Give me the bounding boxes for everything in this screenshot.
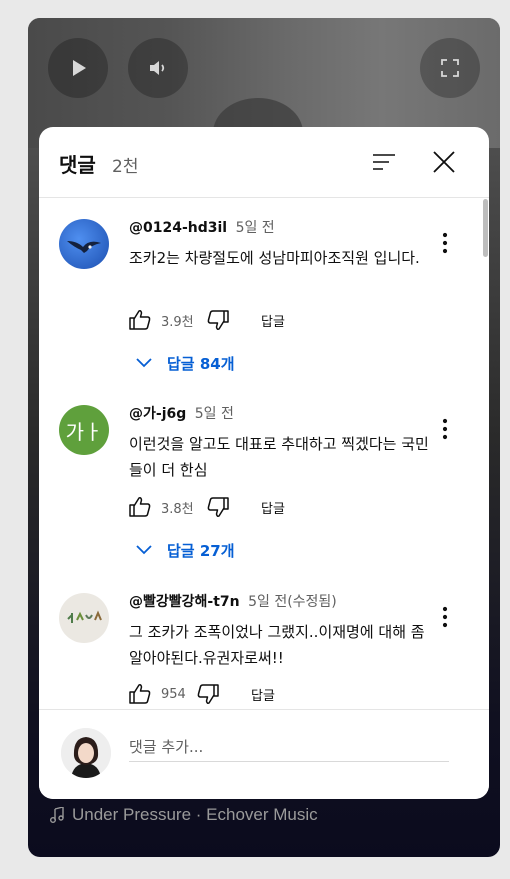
avatar[interactable]	[59, 593, 109, 643]
comment-author-line: @0124-hd3il 5일 전	[129, 217, 275, 237]
view-replies-label: 답글 27개	[167, 541, 235, 560]
like-count: 954	[161, 686, 186, 702]
thumbs-up-icon	[129, 310, 151, 330]
dislike-button[interactable]	[205, 494, 231, 520]
like-button[interactable]	[127, 681, 153, 707]
comment-time[interactable]: 5일 전	[195, 406, 234, 422]
fullscreen-icon	[441, 59, 459, 77]
comment-author[interactable]: @0124-hd3il	[129, 220, 227, 236]
music-attribution[interactable]: Under Pressure · Echover Music	[50, 803, 318, 827]
comment-time[interactable]: 5일 전	[236, 220, 275, 236]
comment-text: 그 조카가 조폭이었나 그랬지..이재명에 대해 좀 알아야된다.유권자로써!!	[129, 623, 425, 667]
more-options-button[interactable]	[435, 417, 455, 441]
user-avatar[interactable]	[61, 728, 111, 778]
music-text: Under Pressure · Echover Music	[72, 805, 318, 824]
reply-button[interactable]: 답글	[261, 311, 285, 330]
comment-time[interactable]: 5일 전(수정됨)	[248, 594, 337, 610]
thumbs-down-icon	[207, 497, 229, 517]
chevron-down-icon	[136, 545, 152, 555]
eagle-avatar	[67, 241, 101, 253]
chevron-down-icon	[136, 358, 152, 368]
fullscreen-button[interactable]	[420, 38, 480, 98]
comment-author-line: @빨강빨강해-t7n 5일 전(수정됨)	[129, 591, 337, 611]
like-button[interactable]	[127, 307, 153, 333]
comment-actions: 3.8천 답글	[127, 492, 285, 522]
comment-actions: 954 답글	[127, 679, 275, 709]
dislike-button[interactable]	[195, 681, 221, 707]
like-count: 3.9천	[161, 314, 194, 330]
comments-title: 댓글	[59, 153, 96, 177]
like-count: 3.8천	[161, 501, 194, 517]
add-comment-input[interactable]	[129, 733, 449, 762]
dislike-button[interactable]	[205, 307, 231, 333]
thumbs-down-icon	[197, 684, 219, 704]
more-vert-icon	[442, 418, 448, 440]
thumbs-up-icon	[129, 684, 151, 704]
thumbs-down-icon	[207, 310, 229, 330]
user-avatar-icon	[61, 728, 111, 778]
leaves-avatar	[67, 610, 102, 623]
play-button[interactable]	[48, 38, 108, 98]
volume-icon	[150, 61, 165, 75]
reply-button[interactable]: 답글	[261, 498, 285, 517]
view-replies-button[interactable]: 답글 27개	[135, 538, 235, 562]
close-button[interactable]	[429, 147, 459, 177]
music-note-icon	[50, 807, 64, 823]
comment-author[interactable]: @빨강빨강해-t7n	[129, 594, 240, 610]
comments-header: 댓글 2천	[39, 127, 489, 198]
sort-button[interactable]	[369, 147, 399, 177]
more-options-button[interactable]	[435, 231, 455, 255]
comments-scrollbar[interactable]	[483, 199, 488, 257]
view-replies-label: 답글 84개	[167, 354, 235, 373]
comment-text: 이런것을 알고도 대표로 추대하고 찍겠다는 국민들이 더 한심	[129, 435, 429, 479]
like-button[interactable]	[127, 494, 153, 520]
comments-panel: 댓글 2천 @0124-hd3il 5일 전 조카2는 차량절도에 성남마피아조…	[39, 127, 489, 799]
more-options-button[interactable]	[435, 605, 455, 629]
comment-text: 조카2는 차량절도에 성남마피아조직원 입니다.	[129, 249, 420, 267]
comment-actions: 3.9천 답글	[127, 305, 285, 335]
comment-author-line: @가-j6g 5일 전	[129, 403, 234, 423]
avatar[interactable]: 가ㅏ	[59, 405, 109, 455]
avatar-letters: 가ㅏ	[65, 419, 103, 444]
more-vert-icon	[442, 606, 448, 628]
view-replies-button[interactable]: 답글 84개	[135, 351, 235, 375]
sort-icon	[373, 154, 395, 170]
play-icon	[73, 60, 86, 76]
avatar[interactable]	[59, 219, 109, 269]
add-comment-row	[39, 709, 489, 799]
volume-button[interactable]	[128, 38, 188, 98]
thumbs-up-icon	[129, 497, 151, 517]
comments-count: 2천	[112, 157, 139, 177]
close-icon	[433, 151, 455, 173]
reply-button[interactable]: 답글	[251, 685, 275, 704]
comment-author[interactable]: @가-j6g	[129, 406, 186, 422]
more-vert-icon	[442, 232, 448, 254]
